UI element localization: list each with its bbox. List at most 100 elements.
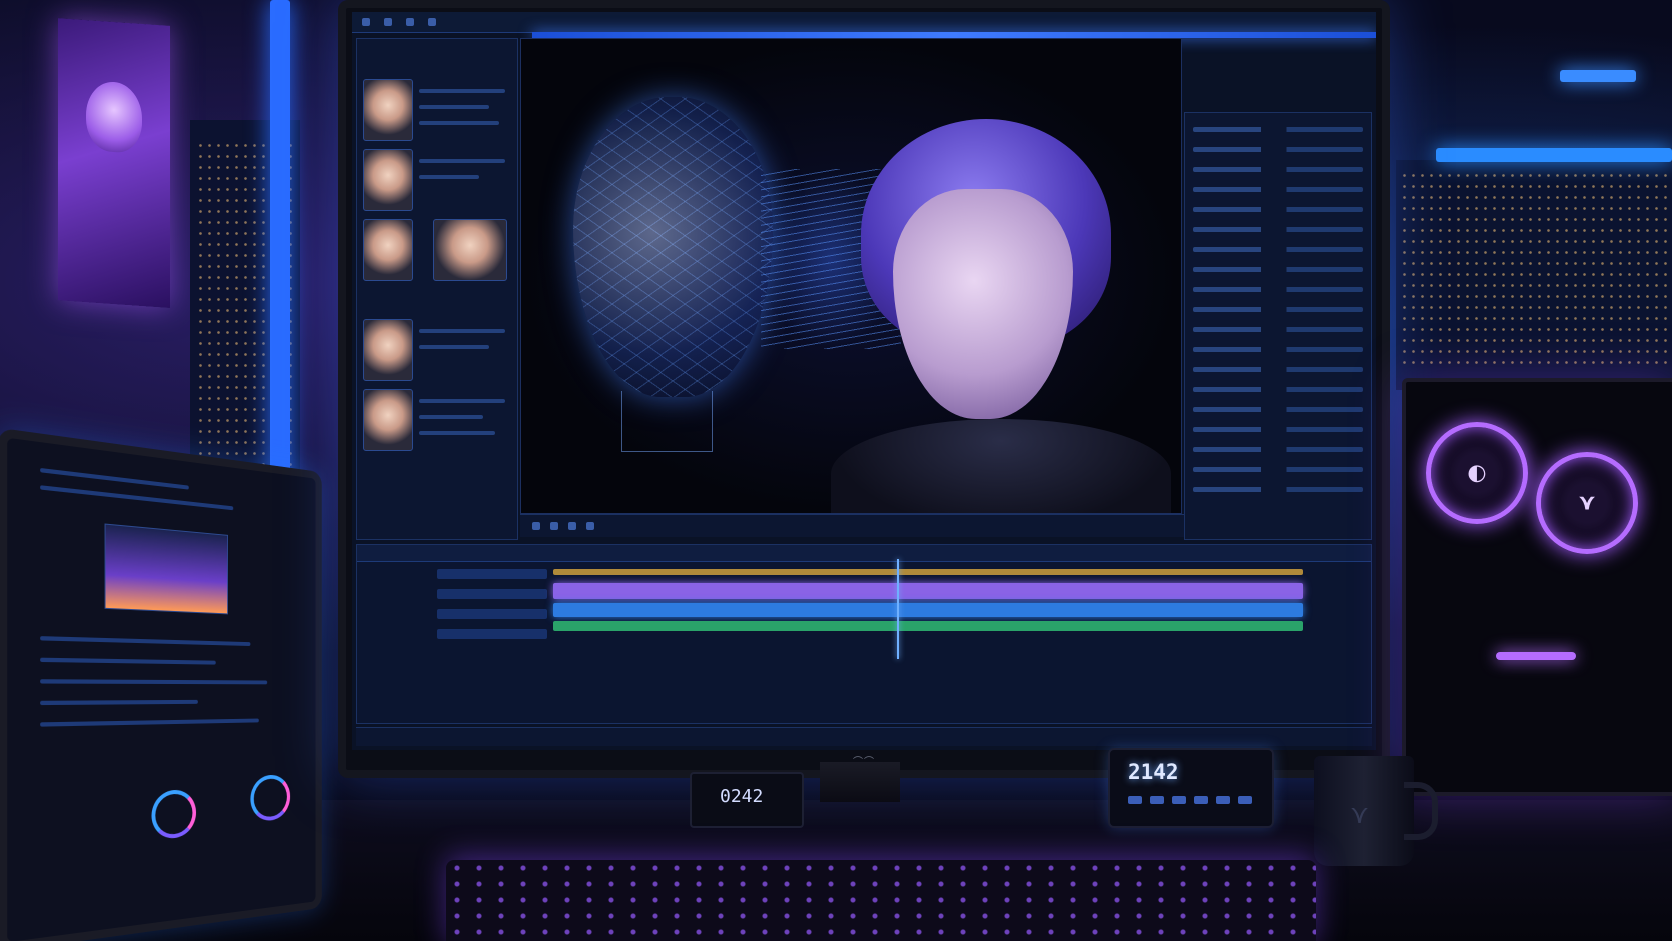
timeline-ruler[interactable] [357,545,1371,562]
loop-button[interactable] [568,522,576,530]
rgb-fan: ◐ [1426,422,1528,524]
face-thumbnail[interactable] [363,219,413,281]
neon-billboard [58,18,170,308]
timeline-track-audio-gold[interactable] [553,569,1303,575]
property-row[interactable] [1193,427,1363,432]
menu-bar [352,12,1376,33]
macro-key[interactable] [1216,796,1230,804]
macro-key[interactable] [1194,796,1208,804]
property-row[interactable] [1193,267,1363,272]
property-row[interactable] [1193,187,1363,192]
wireframe-neck [621,391,713,452]
property-row[interactable] [1193,307,1363,312]
thumbnail-label [419,121,499,125]
tablet-ui-line [40,718,259,727]
neon-strip-right [1436,148,1672,162]
wireframe-face-scan [573,97,773,397]
property-row[interactable] [1193,167,1363,172]
clock-digits: 2142 [1128,760,1179,784]
tablet-video-preview[interactable] [104,523,229,615]
menu-item[interactable] [384,18,392,26]
property-row[interactable] [1193,347,1363,352]
property-row[interactable] [1193,467,1363,472]
property-row[interactable] [1193,487,1363,492]
small-desk-clock: 0242 [690,772,804,828]
tablet-ui-line [40,657,216,665]
viewer-toolbar [520,514,1192,537]
tablet-ui-line [40,485,234,511]
property-row[interactable] [1193,367,1363,372]
track-header[interactable] [437,629,547,639]
neon-strip-top-right [1560,70,1636,82]
thumbnail-label [419,399,505,403]
preview-viewer[interactable] [520,38,1182,514]
step-button[interactable] [550,522,558,530]
zoom-button[interactable] [586,522,594,530]
thumbnail-label [419,431,495,435]
face-thumbnail[interactable] [433,219,507,281]
macro-key[interactable] [1150,796,1164,804]
macro-key[interactable] [1172,796,1186,804]
track-header[interactable] [437,569,547,579]
face-thumbnail[interactable] [363,79,413,141]
macro-key[interactable] [1128,796,1142,804]
mug-handle [1404,782,1438,840]
timeline-track-video-blue[interactable] [553,603,1303,617]
status-bar [356,727,1372,746]
thumbnail-label [419,89,505,93]
monitor: ⌒⌒ [338,0,1390,778]
editor-screen [352,12,1376,750]
play-button[interactable] [532,522,540,530]
face-thumbnail[interactable] [363,389,413,451]
thumbnail-label [419,345,489,349]
face-thumbnail[interactable] [363,149,413,211]
android-body [831,419,1171,513]
property-row[interactable] [1193,227,1363,232]
property-row[interactable] [1193,247,1363,252]
property-row[interactable] [1193,407,1363,412]
tablet-ui-line [40,699,198,706]
property-row[interactable] [1193,447,1363,452]
timeline-track-audio-green[interactable] [553,621,1303,631]
timeline-panel[interactable] [356,544,1372,724]
monitor-stand [820,762,900,802]
menu-item[interactable] [406,18,414,26]
app-icon [362,18,370,26]
menu-item[interactable] [428,18,436,26]
macro-key[interactable] [1238,796,1252,804]
playhead[interactable] [897,559,899,659]
rgb-keyboard[interactable] [446,860,1316,941]
property-row[interactable] [1193,327,1363,332]
tablet-ui-line [40,467,189,490]
scene: ⌒⌒ 0242 2142 ◐ ⋎ ⋎ [0,0,1672,941]
media-browser-panel [356,38,518,540]
properties-panel [1184,112,1372,540]
property-row[interactable] [1193,147,1363,152]
fan-logo-icon: ◐ [1467,460,1487,486]
property-row[interactable] [1193,127,1363,132]
track-header[interactable] [437,589,547,599]
thumbnail-label [419,329,505,333]
mug-logo-icon: ⋎ [1350,800,1370,830]
tablet-gauge [250,774,291,822]
macro-pad-clock: 2142 [1108,748,1274,828]
pc-neon-strip [1496,652,1576,660]
thumbnail-label [419,175,479,179]
timeline-track-video-purple[interactable] [553,583,1303,599]
tablet-ui-line [40,636,251,647]
small-clock-digits: 0242 [720,786,764,807]
android-face [893,189,1073,419]
tablet-ui-line [40,679,268,685]
track-header[interactable] [437,609,547,619]
rgb-fan: ⋎ [1536,452,1638,554]
thumbnail-label [419,159,505,163]
property-row[interactable] [1193,207,1363,212]
face-thumbnail[interactable] [363,319,413,381]
property-row[interactable] [1193,387,1363,392]
property-row[interactable] [1193,287,1363,292]
skyscraper-right-windows [1400,170,1670,370]
gaming-pc-case: ◐ ⋎ [1402,378,1672,796]
thumbnail-label [419,105,489,109]
fan-logo-icon: ⋎ [1578,490,1596,516]
tablet-gauge [151,788,197,841]
